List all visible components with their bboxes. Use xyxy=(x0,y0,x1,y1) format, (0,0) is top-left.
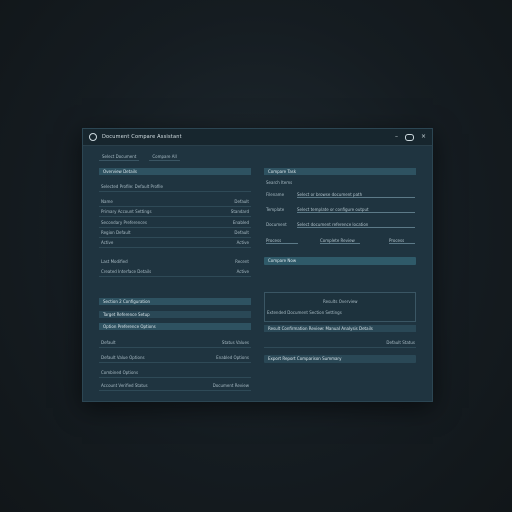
template-label: Template xyxy=(266,207,285,212)
row-value: Document Review xyxy=(212,383,249,388)
app-icon xyxy=(89,133,97,141)
row-label: Account Verified Status xyxy=(101,383,148,388)
row-label: Default xyxy=(101,340,116,345)
toolbar-select-document[interactable]: Select Document xyxy=(99,153,140,161)
row-label: Active xyxy=(101,240,114,245)
divider xyxy=(99,276,251,277)
row-value: Recent xyxy=(235,259,249,264)
row-label: Name xyxy=(101,199,113,204)
toolbar: Select Document Compare All xyxy=(99,153,180,161)
row-value: Active xyxy=(236,269,249,274)
divider xyxy=(99,390,251,391)
document-label: Document xyxy=(266,222,287,227)
process-select-left[interactable]: Process xyxy=(266,238,298,244)
row-value: Active xyxy=(236,240,249,245)
document-input[interactable]: Select document reference location xyxy=(297,222,415,228)
results-panel: Results Overview Extended Document Secti… xyxy=(264,292,416,322)
overview-header: Overview Details xyxy=(99,168,251,175)
status-value: Default Status xyxy=(386,340,415,345)
divider xyxy=(99,227,251,228)
row-label: Last Modified xyxy=(101,259,128,264)
row-value: Default xyxy=(234,230,249,235)
row-label: Default Value Options xyxy=(101,355,145,360)
filename-input[interactable]: Select or browse document path xyxy=(297,192,415,198)
search-items-label: Search Items xyxy=(266,180,293,185)
divider xyxy=(99,191,251,192)
restore-button[interactable] xyxy=(404,133,414,141)
row-value: Standard xyxy=(230,209,249,214)
filename-label: Filename xyxy=(266,192,285,197)
window-title: Document Compare Assistant xyxy=(102,134,182,140)
summary-bar: Result Confirmation Review: Manual Analy… xyxy=(264,325,416,332)
process-select-right[interactable]: Process xyxy=(389,238,415,244)
row-label: Created Interface Details xyxy=(101,269,152,274)
row-value: Enabled xyxy=(232,220,249,225)
divider xyxy=(99,347,251,348)
export-report-button[interactable]: Export Report Comparison Summary xyxy=(264,355,416,363)
results-line: Extended Document Section Settings xyxy=(267,310,342,315)
template-input[interactable]: Select template or configure output xyxy=(297,207,415,213)
row-label: Primary Account Settings xyxy=(101,209,152,214)
row-label: Secondary Preferences xyxy=(101,220,147,225)
divider xyxy=(264,347,416,348)
divider xyxy=(99,216,251,217)
divider xyxy=(99,362,251,363)
divider xyxy=(99,247,251,248)
section2-header: Section 2 Configuration xyxy=(99,298,251,305)
divider xyxy=(99,206,251,207)
divider xyxy=(99,377,251,378)
title-bar: Document Compare Assistant – × xyxy=(83,129,432,146)
row-label: Region Default xyxy=(101,230,131,235)
compare-now-button[interactable]: Compare Now xyxy=(264,257,416,265)
compare-task-header: Compare Task xyxy=(264,168,416,175)
review-select[interactable]: Complete Review xyxy=(320,238,360,244)
minimize-button[interactable]: – xyxy=(395,134,398,140)
toolbar-compare-all[interactable]: Compare All xyxy=(149,153,180,161)
section2-options: Option Preference Options xyxy=(99,323,251,330)
row-value: Default xyxy=(234,199,249,204)
results-title: Results Overview xyxy=(323,299,358,304)
row-label: Combined Options xyxy=(101,370,139,375)
divider xyxy=(99,237,251,238)
profile-subheader: Selected Profile: Default Profile xyxy=(101,184,163,189)
main-window: Document Compare Assistant – × Select Do… xyxy=(82,128,433,402)
section2-subheader: Target Reference Setup xyxy=(99,311,251,318)
row-value: Enabled Options xyxy=(216,355,249,360)
close-button[interactable]: × xyxy=(421,134,426,140)
row-value: Status Values xyxy=(221,340,249,345)
